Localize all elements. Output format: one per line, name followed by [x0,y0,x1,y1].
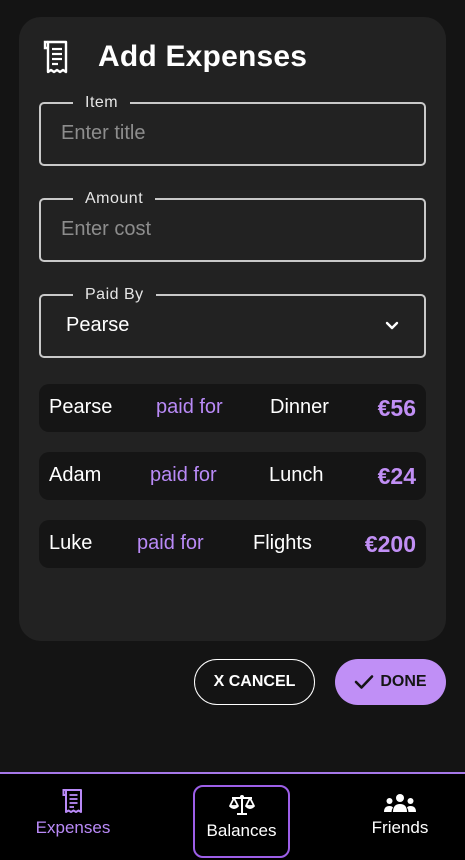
amount-input[interactable] [61,218,404,241]
expense-verb: paid for [137,532,204,554]
expense-row[interactable]: Adam paid for Lunch €24 [39,452,426,500]
nav-label: Expenses [35,818,111,837]
paid-by-select-row[interactable]: Pearse [61,314,404,337]
group-icon [384,794,416,812]
cancel-button[interactable]: X CANCEL [194,659,315,705]
expense-payer: Adam [49,464,102,486]
done-label: DONE [380,673,427,690]
nav-item-balances[interactable]: Balances [193,785,290,858]
expense-payer: Pearse [49,396,113,418]
add-expense-card: Add Expenses Item Amount Paid By Pearse … [19,17,446,641]
expense-verb: paid for [150,464,217,486]
chevron-down-icon [385,321,399,329]
expense-amount: €200 [364,531,416,557]
expense-item: Flights [253,532,312,554]
page-title: Add Expenses [98,40,308,73]
check-icon [355,675,374,689]
expense-item: Lunch [269,464,324,486]
expense-payer: Luke [49,532,93,554]
card-header: Add Expenses [43,39,307,75]
expense-item: Dinner [270,396,329,418]
receipt-icon [62,789,82,813]
nav-item-friends[interactable]: Friends [355,786,445,858]
paid-by-selected: Pearse [66,314,130,336]
amount-field[interactable]: Amount [39,190,426,262]
expense-amount: €56 [377,395,416,421]
item-input[interactable] [61,122,404,145]
paid-by-label: Paid By [85,286,144,303]
nav-item-expenses[interactable]: Expenses [22,786,124,858]
nav-label: Balances [206,821,277,840]
expense-amount: €24 [377,463,416,489]
expense-row[interactable]: Pearse paid for Dinner €56 [39,384,426,432]
receipt-icon [43,40,68,74]
nav-label: Friends [371,818,429,837]
bottom-nav: Expenses Balances Friends [0,772,465,860]
item-label: Item [85,94,119,111]
expense-verb: paid for [156,396,223,418]
done-button[interactable]: DONE [335,659,446,705]
paid-by-select[interactable]: Paid By Pearse [39,286,426,358]
amount-label: Amount [85,190,144,207]
item-field[interactable]: Item [39,94,426,166]
scale-icon [228,795,255,815]
expense-row[interactable]: Luke paid for Flights €200 [39,520,426,568]
